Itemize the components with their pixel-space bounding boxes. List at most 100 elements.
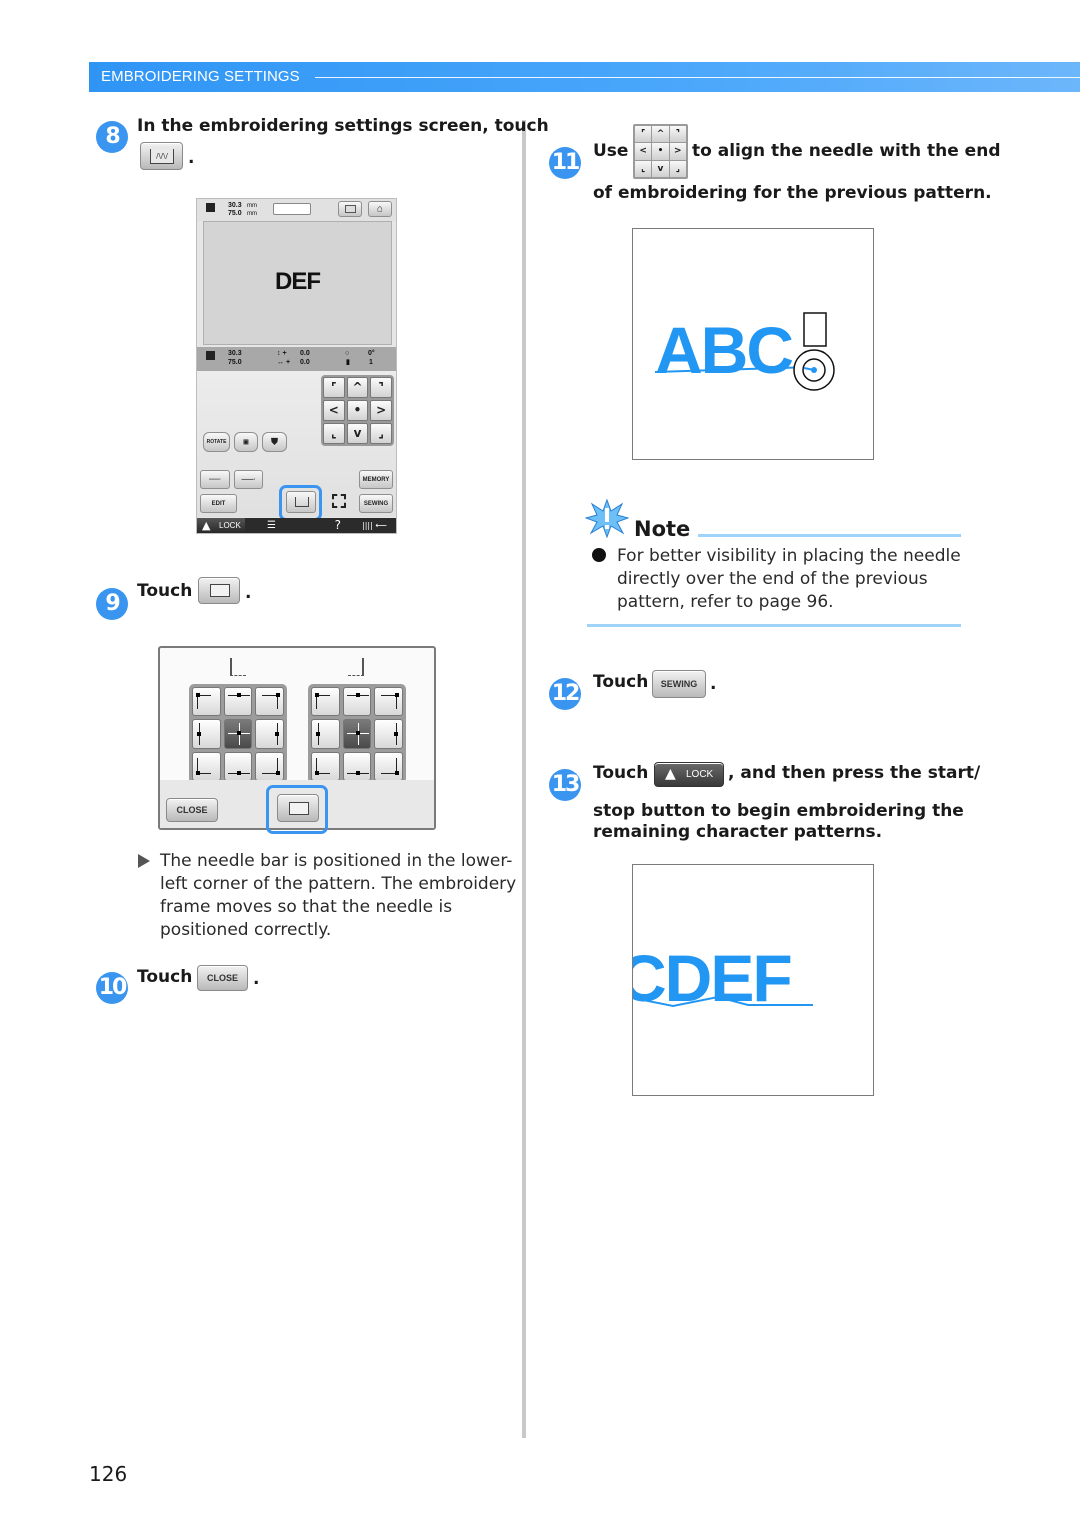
arrow-right[interactable]: > [370, 400, 392, 421]
thread-spool-icon: ▮ [346, 359, 350, 366]
highlight-needle-start [266, 785, 328, 834]
start-top-left[interactable] [192, 687, 221, 717]
preview-button[interactable] [338, 201, 362, 217]
note-bullet-icon [592, 548, 606, 562]
thread-bar-icon[interactable]: |||| ⟵ [362, 521, 387, 530]
screen-top-bar: 30.3 75.0 mm mm ⌂ [197, 199, 396, 221]
sewing-button[interactable]: SEWING [359, 494, 393, 513]
frame-icon: ▣ [243, 439, 249, 446]
start-position-grid [189, 684, 287, 784]
section-header-bar: EMBROIDERING SETTINGS [89, 62, 1080, 92]
needle-start-point-button[interactable] [198, 577, 240, 604]
vertical-offset-icon: ↕ + [277, 350, 287, 357]
needle-presser-foot-icon [654, 312, 835, 391]
close-button[interactable]: CLOSE [197, 965, 248, 991]
pattern-info-bar: 30.3 75.0 ↕ + ↔ + 0.0 0.0 ○ ▮ 0° 1 [197, 347, 396, 371]
step12-text: Touch [593, 672, 649, 692]
pattern-preview: DEF [275, 268, 321, 295]
result-arrow-icon [138, 854, 150, 868]
dialog-close-button[interactable]: CLOSE [166, 798, 218, 822]
embroidering-settings-screen: 30.3 75.0 mm mm ⌂ DEF 30.3 75.0 ↕ + ↔ + … [196, 198, 397, 534]
frame-trace-button[interactable]: ▣ [234, 432, 258, 452]
home-button[interactable]: ⌂ [368, 201, 392, 217]
rotation-icon: ○ [345, 350, 350, 357]
step-number-12: 12 [549, 678, 581, 710]
end-top-left[interactable] [311, 687, 340, 717]
end-middle-right[interactable] [374, 719, 403, 749]
step11-text-after: to align the needle with the end [692, 141, 1001, 161]
pattern-cdef: CDEF [632, 941, 793, 1015]
end-bottom-left[interactable] [311, 751, 340, 781]
arrow-left[interactable]: < [323, 400, 345, 421]
step-number-13: 13 [549, 769, 581, 801]
help-button[interactable]: ? [309, 518, 347, 533]
warning-icon: ▲ [202, 519, 211, 532]
end-middle-left[interactable] [311, 719, 340, 749]
step-number-8: 8 [96, 121, 128, 153]
sewing-button[interactable]: SEWING [652, 670, 706, 698]
step13-text-line2: stop button to begin embroidering the [593, 801, 964, 821]
thread-trim-button[interactable]: -----· [200, 470, 230, 489]
dotted-line-icon: -----· [209, 476, 221, 483]
step13-text: Touch [593, 763, 649, 783]
start-bottom-left[interactable] [192, 751, 221, 781]
horizontal-offset: 0.0 [300, 359, 310, 366]
end-center[interactable] [342, 719, 372, 749]
size-icon [206, 351, 215, 360]
arrow-up[interactable]: ^ [346, 377, 369, 398]
start-top-center[interactable] [223, 687, 253, 717]
start-middle-right[interactable] [255, 719, 284, 749]
arrow-up-left[interactable]: ⌜ [323, 377, 345, 398]
note-rule-top [698, 534, 961, 537]
arrow-down-right[interactable]: ⌟ [370, 423, 392, 444]
header-rule [315, 77, 1080, 78]
arrow-down[interactable]: v [346, 423, 369, 444]
rotation-angle: 0° [368, 350, 375, 357]
end-top-center[interactable] [342, 687, 372, 717]
step13-text-after: , and then press the start/ [728, 763, 981, 783]
solid-line-icon: ——· [241, 476, 256, 483]
needle-right-icon [348, 658, 364, 676]
end-top-right[interactable] [374, 687, 403, 717]
section-title: EMBROIDERING SETTINGS [101, 68, 300, 85]
lock-button[interactable]: ▲ LOCK [197, 518, 245, 533]
frame-display-icon [273, 203, 311, 215]
rotate-button[interactable]: ROTATE [203, 432, 230, 452]
page-number: 126 [89, 1462, 128, 1486]
illustration-cdef: CDEF [632, 864, 874, 1096]
arrow-down-left[interactable]: ⌞ [323, 423, 345, 444]
arrow-key-pad: ⌜ ^ ⌝ < • > ⌞ v ⌟ [321, 375, 394, 446]
end-bottom-center[interactable] [342, 751, 372, 781]
start-center[interactable] [223, 719, 253, 749]
size-width: 30.3 [228, 202, 242, 209]
vertical-offset: 0.0 [300, 350, 310, 357]
end-bottom-right[interactable] [374, 751, 403, 781]
edit-button[interactable]: EDIT [200, 494, 237, 513]
start-middle-left[interactable] [192, 719, 221, 749]
start-bottom-right[interactable] [255, 751, 284, 781]
lock-button[interactable]: ▲ LOCK [654, 762, 724, 787]
illustration-abc: ABC [632, 228, 874, 460]
memory-button[interactable]: MEMORY [359, 470, 393, 489]
needle-left-icon [230, 658, 246, 676]
pattern-display-area: DEF [203, 221, 392, 345]
arrow-up-right[interactable]: ⌝ [370, 377, 392, 398]
applique-button[interactable]: ⛊ [262, 432, 287, 452]
arrow-keys-inline[interactable]: ⌜ ^ ⌝ < • > ⌞ v ⌟ [633, 124, 688, 179]
result-description: The needle bar is positioned in the lowe… [160, 851, 517, 940]
step-number-9: 9 [96, 588, 128, 620]
thread-tension-button[interactable]: ——· [234, 470, 263, 489]
warning-icon: ▲ [665, 766, 676, 782]
start-bottom-center[interactable] [223, 751, 253, 781]
list-icon[interactable]: ☰ [267, 520, 276, 531]
preview-icon [345, 205, 356, 213]
column-divider [522, 120, 526, 1438]
trial-icon[interactable] [332, 494, 346, 508]
start-top-right[interactable] [255, 687, 284, 717]
highlight-start-point [279, 485, 322, 521]
step11-text-line2: of embroidering for the previous pattern… [593, 183, 992, 203]
arrow-center[interactable]: • [346, 400, 369, 421]
start-point-setting-button[interactable]: /\/\/ [140, 142, 183, 170]
size-icon [206, 203, 215, 212]
note-body: For better visibility in placing the nee… [617, 546, 961, 612]
